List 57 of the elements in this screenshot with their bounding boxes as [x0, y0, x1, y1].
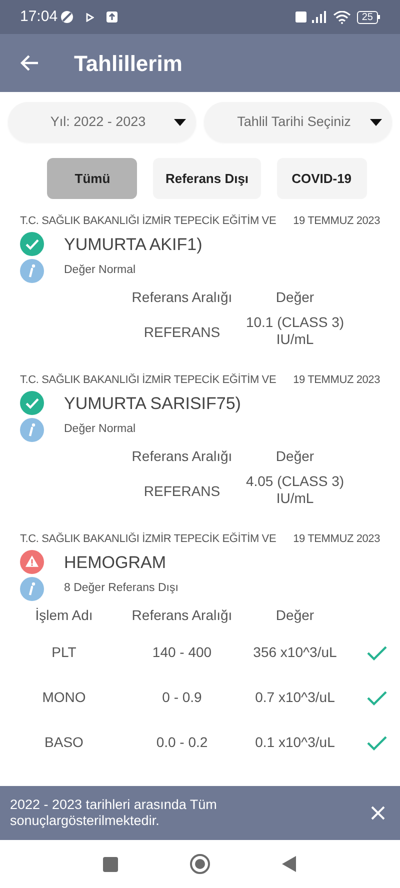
column-header: Referans Aralığı [132, 289, 232, 305]
column-header: Referans Aralığı [132, 607, 232, 623]
upload-icon [106, 11, 118, 23]
table-cell: MONO [42, 689, 86, 706]
check-circle-icon [20, 232, 44, 256]
test-name: HEMOGRAM [64, 552, 166, 574]
volte-icon [294, 11, 307, 23]
test-date: 19 TEMMUZ 2023 [293, 532, 380, 547]
caret-icon [174, 118, 186, 126]
table-cell: PLT [52, 644, 76, 661]
table-cell: 0 - 0.9 [162, 689, 202, 706]
test-date: 19 TEMMUZ 2023 [293, 373, 380, 388]
home-button[interactable] [190, 854, 210, 874]
check-circle-icon [20, 391, 44, 416]
result-summary: 8 Değer Referans Dışı [64, 581, 178, 596]
filter-tab[interactable]: Referans Dışı [153, 158, 261, 199]
institution-name: T.C. SAĞLIK BAKANLIĞI İZMİR TEPECİK EĞİTİM VE [20, 372, 276, 388]
signal-icon [310, 11, 327, 23]
moon-icon [60, 10, 74, 24]
column-header: Değer [276, 607, 314, 623]
recents-button[interactable] [103, 856, 118, 872]
dropdown[interactable]: Yıl: 2022 - 2023 [8, 102, 196, 142]
table-cell-text: 10.1 (CLASS 3) IU/mL [244, 314, 346, 348]
table-cell: REFERANS [144, 324, 220, 340]
filter-tab[interactable]: Tümü [47, 158, 138, 199]
table-cell: 0.7 x10^3/uL [255, 689, 335, 706]
table-cell: 0.1 x10^3/uL [255, 734, 335, 751]
clock: 17:04 [20, 6, 58, 27]
dropdown[interactable]: Tahlil Tarihi Seçiniz [204, 102, 392, 142]
column-header: Değer [276, 289, 314, 305]
column-header: İşlem Adı [35, 607, 93, 623]
institution-name: T.C. SAĞLIK BAKANLIĞI İZMİR TEPECİK EĞİTİM VE [20, 532, 276, 547]
table-cell: REFERANS [144, 482, 220, 500]
result-summary: Değer Normal [64, 422, 136, 438]
back-nav-button[interactable] [282, 856, 297, 872]
filter-tab[interactable]: COVID-19 [276, 158, 367, 199]
test-name: YUMURTA AKIF1) [64, 234, 202, 256]
info-message: 2022 - 2023 tarihleri arasında Tüm sonuçlargösterilmektedir. [10, 797, 218, 829]
back-button[interactable] [20, 53, 40, 73]
battery-level: 25 [362, 12, 373, 22]
close-button[interactable] [370, 805, 386, 821]
table-cell: 140 - 400 [152, 644, 212, 661]
table-cell: BASO [44, 734, 84, 751]
caret-icon [370, 118, 382, 126]
result-summary: Değer Normal [64, 263, 136, 278]
wifi-icon [332, 10, 351, 24]
table-cell: 0.0 - 0.2 [156, 734, 208, 751]
warning-icon [20, 550, 44, 574]
page-title: Tahlillerim [74, 50, 182, 78]
test-date: 19 TEMMUZ 2023 [293, 214, 380, 229]
institution-name: T.C. SAĞLIK BAKANLIĞI İZMİR TEPECİK EĞİTİM VE [20, 214, 276, 229]
table-cell-text: 4.05 (CLASS 3) IU/mL [244, 473, 346, 507]
column-header: Referans Aralığı [132, 448, 232, 464]
play-icon [86, 12, 94, 22]
test-name: YUMURTA SARISIF75) [64, 392, 241, 414]
table-cell: 356 x10^3/uL [253, 644, 337, 661]
column-header: Değer [276, 448, 314, 464]
